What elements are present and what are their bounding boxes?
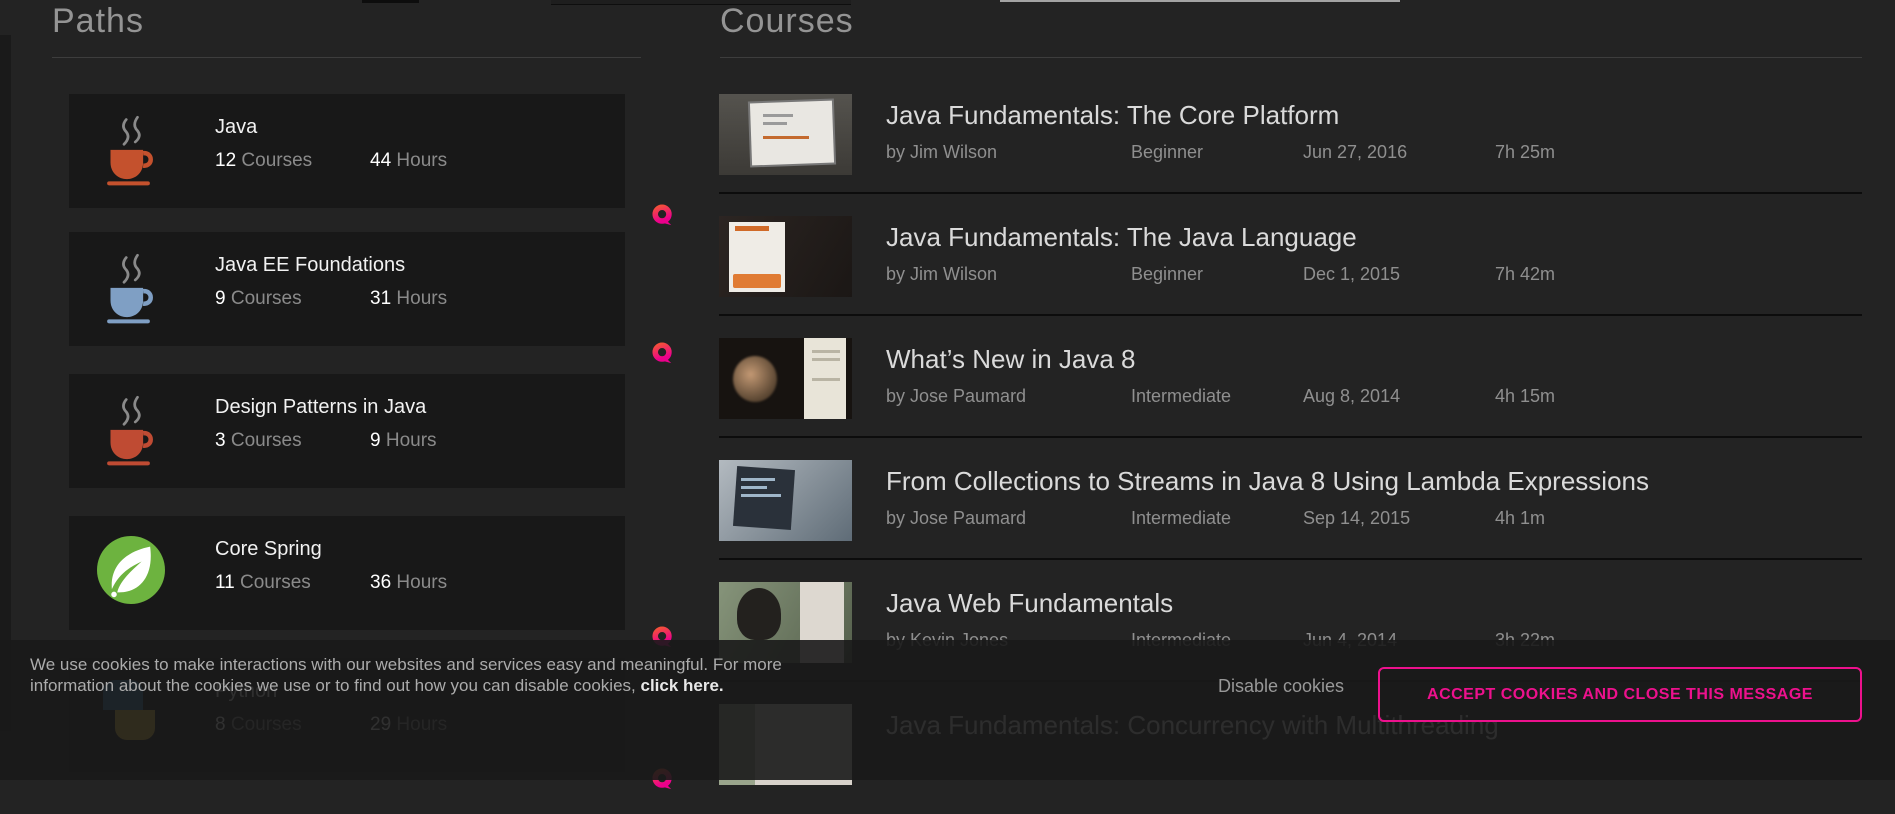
path-title: Java EE Foundations (215, 254, 405, 277)
cookie-message-line1: We use cookies to make interactions with… (30, 655, 782, 674)
path-progress-icon (652, 342, 674, 366)
cookie-message-line2: information about the cookies we use or … (30, 676, 640, 695)
coffee-cup-icon (97, 394, 169, 468)
path-meta: 3 Courses 9 Hours (215, 430, 302, 452)
path-course-label: Courses (240, 572, 311, 593)
path-meta: 11 Courses 36 Hours (215, 572, 311, 594)
path-card-java-ee[interactable]: Java EE Foundations 9 Courses 31 Hours (69, 232, 625, 346)
path-course-label: Courses (241, 150, 312, 171)
course-author: by Jim Wilson (886, 142, 997, 163)
path-hours-label: Hours (386, 430, 437, 451)
path-title: Java (215, 116, 257, 139)
click-here-link[interactable]: click here. (640, 676, 723, 695)
course-row-collections-streams[interactable]: From Collections to Streams in Java 8 Us… (719, 460, 1862, 570)
course-level: Intermediate (1131, 508, 1231, 529)
course-author: by Jose Paumard (886, 386, 1026, 407)
course-title: Java Fundamentals: The Java Language (886, 222, 1357, 253)
disable-cookies-link[interactable]: Disable cookies (1218, 676, 1344, 697)
course-meta: by Jose Paumard Intermediate Sep 14, 201… (886, 508, 1862, 532)
course-meta: by Jim Wilson Beginner Jun 27, 2016 7h 2… (886, 142, 1862, 166)
coffee-cup-icon (97, 252, 169, 326)
path-hours-label: Hours (396, 288, 447, 309)
course-meta: by Jim Wilson Beginner Dec 1, 2015 7h 42… (886, 264, 1862, 288)
course-duration: 7h 42m (1495, 264, 1555, 285)
course-author: by Jose Paumard (886, 508, 1026, 529)
path-course-label: Courses (231, 288, 302, 309)
path-meta: 12 Courses 44 Hours (215, 150, 312, 172)
course-row-divider (719, 192, 1862, 194)
paths-divider (52, 57, 641, 58)
left-edge-strip (0, 35, 11, 731)
path-hours-label: Hours (396, 572, 447, 593)
course-row-divider (719, 314, 1862, 316)
cookie-message: We use cookies to make interactions with… (30, 654, 782, 696)
courses-section-title: Courses (720, 2, 854, 41)
coffee-cup-icon (97, 114, 169, 188)
cutoff-top-element (362, 0, 419, 3)
course-row-divider (719, 436, 1862, 438)
path-hours-count: 31 (370, 288, 391, 309)
course-thumbnail[interactable] (719, 460, 852, 541)
accept-cookies-button[interactable]: ACCEPT COOKIES AND CLOSE THIS MESSAGE (1378, 667, 1862, 722)
path-course-count: 3 (215, 430, 226, 451)
course-level: Intermediate (1131, 386, 1231, 407)
path-meta: 9 Courses 31 Hours (215, 288, 302, 310)
course-title: From Collections to Streams in Java 8 Us… (886, 466, 1649, 497)
course-date: Aug 8, 2014 (1303, 386, 1400, 407)
course-duration: 7h 25m (1495, 142, 1555, 163)
course-date: Sep 14, 2015 (1303, 508, 1410, 529)
course-row-whats-new-java8[interactable]: What’s New in Java 8 by Jose Paumard Int… (719, 338, 1862, 448)
course-level: Beginner (1131, 264, 1203, 285)
paths-section-title: Paths (52, 2, 144, 41)
course-row-divider (719, 558, 1862, 560)
course-date: Dec 1, 2015 (1303, 264, 1400, 285)
path-course-count: 9 (215, 288, 226, 309)
course-duration: 4h 1m (1495, 508, 1545, 529)
course-thumbnail[interactable] (719, 94, 852, 175)
course-thumbnail[interactable] (719, 338, 852, 419)
course-level: Beginner (1131, 142, 1203, 163)
path-card-core-spring[interactable]: Core Spring 11 Courses 36 Hours (69, 516, 625, 630)
path-course-label: Courses (231, 430, 302, 451)
path-card-java[interactable]: Java 12 Courses 44 Hours (69, 94, 625, 208)
course-duration: 4h 15m (1495, 386, 1555, 407)
spring-leaf-icon (97, 536, 169, 610)
cookie-banner: We use cookies to make interactions with… (0, 640, 1895, 780)
path-course-count: 12 (215, 150, 236, 171)
path-progress-icon (652, 204, 674, 228)
courses-divider (720, 57, 1862, 58)
course-author: by Jim Wilson (886, 264, 997, 285)
course-row-core-platform[interactable]: Java Fundamentals: The Core Platform by … (719, 94, 1862, 204)
path-title: Design Patterns in Java (215, 396, 426, 419)
path-card-design-patterns[interactable]: Design Patterns in Java 3 Courses 9 Hour… (69, 374, 625, 488)
path-course-count: 11 (215, 572, 235, 593)
path-hours-label: Hours (396, 150, 447, 171)
course-thumbnail[interactable] (719, 216, 852, 297)
cutoff-top-underline (1000, 0, 1400, 2)
course-row-java-language[interactable]: Java Fundamentals: The Java Language by … (719, 216, 1862, 326)
course-date: Jun 27, 2016 (1303, 142, 1407, 163)
course-title: Java Web Fundamentals (886, 588, 1173, 619)
path-hours-count: 44 (370, 150, 391, 171)
course-meta: by Jose Paumard Intermediate Aug 8, 2014… (886, 386, 1862, 410)
course-title: Java Fundamentals: The Core Platform (886, 100, 1339, 131)
path-hours-count: 9 (370, 430, 381, 451)
path-hours-count: 36 (370, 572, 391, 593)
course-title: What’s New in Java 8 (886, 344, 1136, 375)
path-title: Core Spring (215, 538, 322, 561)
